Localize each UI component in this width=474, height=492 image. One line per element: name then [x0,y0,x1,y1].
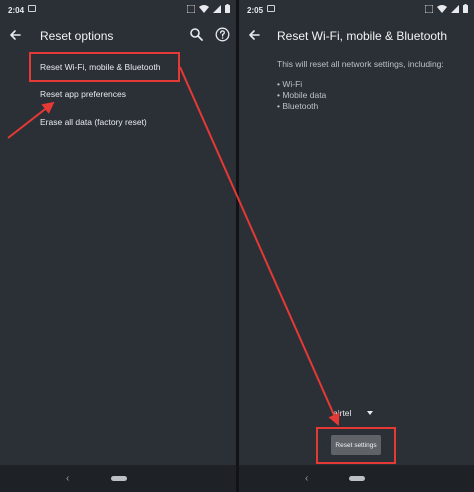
menu-item-reset-app-preferences[interactable]: Reset app preferences [40,89,126,99]
page-title: Reset options [40,29,114,43]
menu-item-factory-reset[interactable]: Erase all data (factory reset) [40,117,147,127]
battery-icon [463,4,468,13]
list-item: • Bluetooth [277,101,319,111]
nav-back-icon[interactable]: ‹ [305,473,308,484]
right-phone-screen: 2:05 Reset Wi-Fi, mobile & Bluetooth Thi… [239,0,474,492]
search-icon[interactable] [189,27,203,41]
notification-image-icon [28,5,36,12]
battery-icon [225,4,230,13]
navigation-bar: ‹ [239,465,474,492]
chevron-down-icon[interactable] [367,411,373,415]
wifi-icon [199,4,209,13]
status-time: 2:05 [247,6,264,15]
reset-items-list: • Wi-Fi • Mobile data • Bluetooth [277,79,326,112]
arrow-left-icon[interactable] [247,28,261,42]
nav-back-icon[interactable]: ‹ [66,473,69,484]
nav-home-pill-icon[interactable] [349,476,365,481]
signal-icon [451,4,459,13]
status-bar: 2:05 [239,0,474,20]
carrier-select[interactable]: airtel [333,408,351,418]
navigation-bar: ‹ [0,465,236,492]
reset-description: This will reset all network settings, in… [277,59,444,69]
toolbar: Reset Wi-Fi, mobile & Bluetooth [239,22,474,48]
status-icons [425,4,468,13]
status-icons [187,4,230,13]
status-bar: 2:04 [0,0,236,20]
notification-image-icon [267,5,275,12]
toolbar: Reset options [0,22,236,48]
volte-icon [187,4,195,13]
volte-icon [425,4,433,13]
status-time: 2:04 [8,6,25,15]
signal-icon [213,4,221,13]
highlight-box-reset-network [29,52,180,82]
list-item: • Wi-Fi [277,79,303,89]
page-title: Reset Wi-Fi, mobile & Bluetooth [277,29,448,43]
wifi-icon [437,4,447,13]
help-circle-icon[interactable] [215,27,230,42]
highlight-box-reset-button [316,427,396,464]
list-item: • Mobile data [277,90,327,100]
arrow-left-icon[interactable] [8,28,22,42]
nav-home-pill-icon[interactable] [111,476,127,481]
